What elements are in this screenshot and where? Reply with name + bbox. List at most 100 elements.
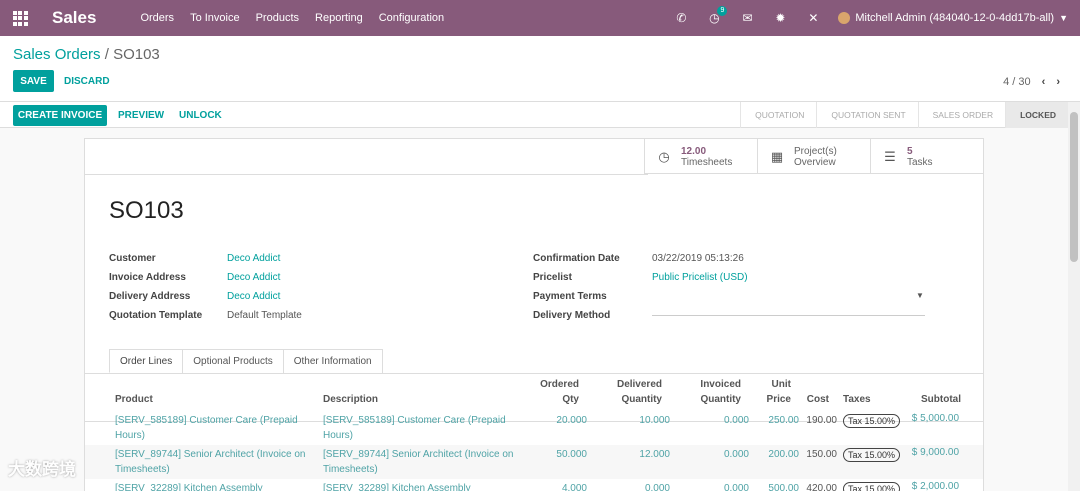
menu-item-configuration[interactable]: Configuration [379,12,444,24]
row-ordered-qty[interactable]: 50.000 [525,447,587,462]
stage-sales-order[interactable]: SALES ORDER [917,102,1005,128]
row-cost[interactable]: 420.00 [797,481,837,491]
customer-field[interactable]: Deco Addict [227,253,280,264]
column-subtotal[interactable]: Subtotal [895,392,961,407]
pricelist-field[interactable]: Public Pricelist (USD) [652,272,748,283]
row-tax-tag[interactable]: Tax 15.00% [843,414,901,428]
discard-button[interactable]: DISCARD [64,76,110,87]
row-description[interactable]: [SERV_89744] Senior Architect (Invoice o… [323,447,533,477]
breadcrumb: Sales Orders / SO103 [13,46,160,63]
activity-icon[interactable]: ◷ 9 [703,6,728,25]
bug-icon[interactable]: ✹ [769,11,791,25]
row-product[interactable]: [SERV_585189] Customer Care (Prepaid Hour… [115,413,315,443]
chat-icon[interactable]: ✉ [736,11,758,25]
row-product-line1: [SERV_89744] Senior Architect (Invoice o… [115,449,306,460]
row-description[interactable]: [SERV_32289] Kitchen Assembly [323,481,533,491]
delivery-address-field[interactable]: Deco Addict [227,291,280,302]
row-delivered-qty[interactable]: 0.000 [600,481,670,491]
column-product[interactable]: Product [115,392,153,407]
project-value: Project(s) [794,145,837,157]
column-cost[interactable]: Cost [797,392,829,407]
row-cost[interactable]: 150.00 [797,447,837,462]
column-delivered-qty-line2: Quantity [621,394,662,405]
row-product[interactable]: [SERV_89744] Senior Architect (Invoice o… [115,447,315,477]
breadcrumb-sales-orders[interactable]: Sales Orders [13,46,101,63]
row-unit-price[interactable]: 200.00 [755,447,799,462]
row-ordered-qty[interactable]: 20.000 [525,413,587,428]
row-subtotal: $ 5,000.00 [911,413,959,424]
unlock-button[interactable]: UNLOCK [179,110,222,121]
pager-value[interactable]: 4 / 30 [1003,76,1031,88]
row-tax-tag[interactable]: Tax 15.00% [843,482,901,491]
tasks-button[interactable]: ☰ 5 Tasks [870,139,983,174]
menu-item-to-invoice[interactable]: To Invoice [190,12,240,24]
save-button[interactable]: SAVE [13,70,54,92]
preview-button[interactable]: PREVIEW [118,110,164,121]
row-delivered-qty[interactable]: 12.000 [600,447,670,462]
pager-next-icon[interactable]: › [1056,76,1060,88]
row-description-line2: Hours) [323,430,354,441]
row-delivered-qty[interactable]: 10.000 [600,413,670,428]
tasks-value: 5 [907,145,913,157]
main-menu: Orders To Invoice Products Reporting Con… [140,12,460,24]
row-invoiced-qty[interactable]: 0.000 [685,481,749,491]
tab-order-lines[interactable]: Order Lines [109,349,184,373]
column-ordered-qty[interactable]: Ordered Qty [525,377,579,407]
column-invoiced-qty[interactable]: Invoiced Quantity [685,377,741,407]
stage-locked[interactable]: LOCKED [1005,102,1068,128]
row-invoiced-qty[interactable]: 0.000 [685,447,749,462]
tab-other-information[interactable]: Other Information [282,349,383,373]
row-cost[interactable]: 190.00 [797,413,837,428]
menu-item-orders[interactable]: Orders [140,12,174,24]
tab-baseline [85,373,983,374]
stage-quotation[interactable]: QUOTATION [740,102,816,128]
row-product[interactable]: [SERV_32289] Kitchen Assembly [115,481,315,491]
puzzle-icon: ▦ [770,148,784,164]
row-product-line2: Timesheets) [115,464,170,475]
record-title: SO103 [109,197,184,224]
column-taxes[interactable]: Taxes [843,392,871,407]
tab-optional-products[interactable]: Optional Products [182,349,284,373]
column-ordered-qty-line1: Ordered [540,379,579,390]
app-brand[interactable]: Sales [52,8,96,28]
timesheets-button[interactable]: ◷ 12.00 Timesheets [644,139,757,174]
create-invoice-button[interactable]: CREATE INVOICE [13,105,107,126]
row-ordered-qty[interactable]: 4.000 [525,481,587,491]
scrollbar-thumb[interactable] [1070,112,1078,262]
row-description[interactable]: [SERV_585189] Customer Care (Prepaid Hour… [323,413,533,443]
row-tax-tag[interactable]: Tax 15.00% [843,448,901,462]
activity-badge: 9 [717,6,728,16]
project-overview-button[interactable]: ▦ Project(s) Overview [757,139,870,174]
stage-quotation-sent[interactable]: QUOTATION SENT [816,102,917,128]
payment-terms-select[interactable] [652,304,925,316]
quotation-template-label: Quotation Template [109,310,203,321]
breadcrumb-current: SO103 [113,46,160,63]
column-invoiced-qty-line1: Invoiced [700,379,741,390]
menu-item-products[interactable]: Products [256,12,299,24]
phone-icon[interactable]: ✆ [670,11,692,25]
form-sheet: ◷ 12.00 Timesheets ▦ Project(s) Overview ☰… [84,138,984,491]
row-invoiced-qty[interactable]: 0.000 [685,413,749,428]
confirmation-date-field: 03/22/2019 05:13:26 [652,253,744,264]
pricelist-label: Pricelist [533,272,572,283]
pager: 4 / 30 ‹ › [1003,76,1060,88]
row-unit-price[interactable]: 500.00 [755,481,799,491]
pager-previous-icon[interactable]: ‹ [1042,76,1046,88]
invoice-address-label: Invoice Address [109,272,186,283]
tools-icon[interactable]: ✕ [802,11,824,25]
user-menu[interactable]: Mitchell Admin (484040-12-0-4dd17b-all) … [838,12,1068,24]
chevron-down-icon[interactable]: ▼ [916,291,924,300]
watermark: 大数跨境 [8,460,76,479]
column-description[interactable]: Description [323,392,378,407]
column-unit-price[interactable]: Unit Price [755,377,791,407]
page-scrollbar[interactable] [1068,102,1080,491]
column-delivered-qty[interactable]: Delivered Quantity [600,377,662,407]
notebook-tabs: Order Lines Optional Products Other Info… [109,349,383,373]
invoice-address-field[interactable]: Deco Addict [227,272,280,283]
menu-item-reporting[interactable]: Reporting [315,12,363,24]
row-unit-price[interactable]: 250.00 [755,413,799,428]
project-label: Overview [794,156,836,168]
row-description-line2: Timesheets) [323,464,378,475]
apps-icon[interactable] [0,0,40,36]
user-name: Mitchell Admin (484040-12-0-4dd17b-all) [855,12,1055,24]
